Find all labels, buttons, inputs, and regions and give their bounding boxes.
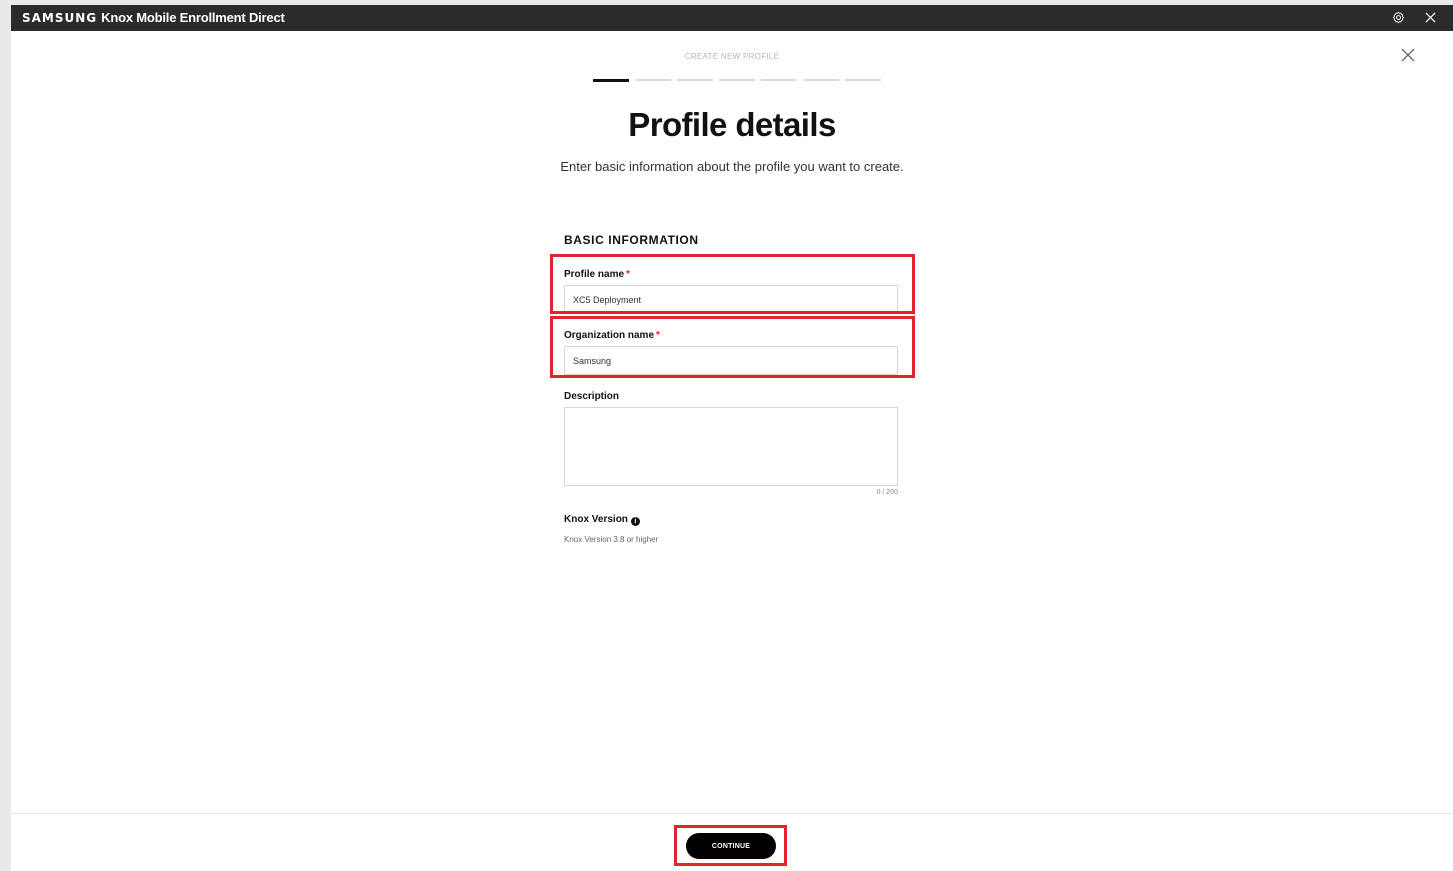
required-mark: * <box>656 330 660 341</box>
description-label: Description <box>564 391 620 402</box>
organization-name-label: Organization name * <box>564 330 660 341</box>
profile-name-label-text: Profile name <box>564 269 625 280</box>
organization-name-field: Organization name * Samsung <box>564 330 898 375</box>
step-1-active <box>593 78 629 82</box>
step-2 <box>635 79 671 81</box>
description-field: Description 0 / 200 <box>564 391 898 496</box>
organization-name-input[interactable]: Samsung <box>564 346 898 375</box>
section-title: BASIC INFORMATION <box>564 233 699 247</box>
description-textarea[interactable] <box>564 407 898 486</box>
step-4 <box>719 79 755 81</box>
organization-name-label-text: Organization name <box>564 330 655 341</box>
profile-name-label: Profile name * <box>564 269 630 280</box>
knox-version-field: Knox Version i Knox Version 3.8 or higher <box>564 514 898 544</box>
step-6 <box>803 79 839 81</box>
page-subtitle: Enter basic information about the profil… <box>560 159 904 174</box>
step-3 <box>677 79 713 81</box>
knox-version-label: Knox Version i <box>564 514 898 526</box>
profile-name-input[interactable]: XC5 Deployment <box>564 285 898 314</box>
continue-button[interactable]: CONTINUE <box>686 833 776 859</box>
app-name: Knox Mobile Enrollment Direct <box>101 10 285 25</box>
basic-info-form: BASIC INFORMATION Profile name * XC5 Depl… <box>564 233 898 544</box>
title-bar: SAMSUNG Knox Mobile Enrollment Direct <box>11 5 1453 31</box>
page-title: Profile details <box>628 106 836 143</box>
knox-version-value: Knox Version 3.8 or higher <box>564 535 659 544</box>
required-mark: * <box>626 269 630 280</box>
wizard-step-label: CREATE NEW PROFILE <box>684 52 780 61</box>
info-icon[interactable]: i <box>630 517 640 526</box>
samsung-logo: SAMSUNG <box>22 11 98 25</box>
titlebar-controls <box>1389 8 1439 26</box>
close-icon[interactable] <box>1421 8 1439 26</box>
knox-version-label-text: Knox Version <box>564 514 628 525</box>
step-5 <box>761 79 797 81</box>
app-window: SAMSUNG Knox Mobile Enrollment Direct CRE… <box>11 5 1453 871</box>
app-brand: SAMSUNG Knox Mobile Enrollment Direct <box>22 10 285 25</box>
step-7 <box>845 79 881 81</box>
profile-name-field: Profile name * XC5 Deployment <box>564 269 898 314</box>
gear-icon[interactable] <box>1389 8 1407 26</box>
footer-bar: CONTINUE <box>11 813 1453 871</box>
character-counter: 0 / 200 <box>876 489 898 496</box>
step-indicator <box>593 78 881 82</box>
